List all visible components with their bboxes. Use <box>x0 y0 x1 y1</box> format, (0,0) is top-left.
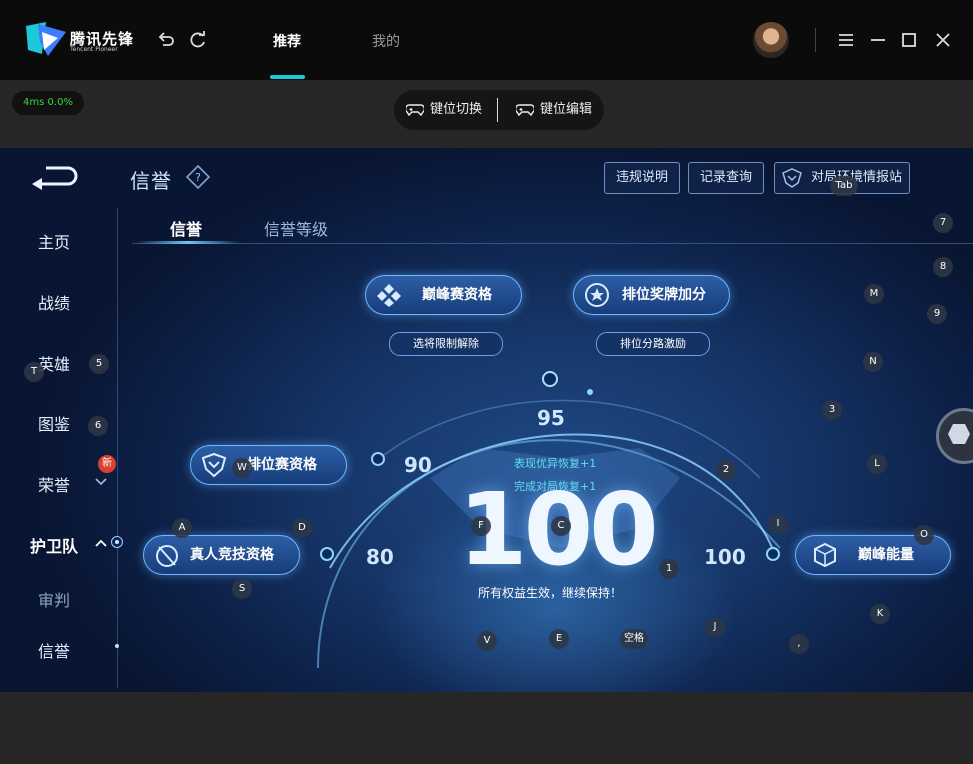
star-medal-icon <box>585 283 609 307</box>
sidebar-divider <box>117 208 118 688</box>
key-7[interactable]: 7 <box>933 213 953 233</box>
minimize-icon[interactable] <box>868 30 888 50</box>
subtab-divider <box>132 243 973 244</box>
tab-active-indicator <box>270 75 305 79</box>
page-title: 信誉 <box>130 169 172 193</box>
key-e[interactable]: E <box>549 629 569 649</box>
human-match-label: 真人竞技资格 <box>190 547 274 563</box>
key-o[interactable]: O <box>914 525 934 545</box>
key-5[interactable]: 5 <box>89 354 109 374</box>
sidebar-item-record[interactable]: 战绩 <box>38 290 70 314</box>
key-l[interactable]: L <box>867 454 887 474</box>
key-9[interactable]: 9 <box>927 304 947 324</box>
key-j[interactable]: J <box>705 617 725 637</box>
undo-icon[interactable] <box>156 30 176 50</box>
key-d[interactable]: D <box>292 518 312 538</box>
key-v[interactable]: V <box>477 631 497 651</box>
diamond-cluster-icon <box>377 284 401 307</box>
key-2[interactable]: 2 <box>716 460 736 480</box>
refresh-icon[interactable] <box>188 30 208 50</box>
maximize-icon[interactable] <box>899 30 919 50</box>
cube-icon <box>814 542 836 568</box>
key-n[interactable]: N <box>863 352 883 372</box>
key-t[interactable]: T <box>24 362 44 382</box>
new-badge: 新 <box>98 455 116 473</box>
bottom-bar <box>0 692 973 764</box>
svg-text:?: ? <box>195 171 201 184</box>
emblem-icon <box>782 168 802 188</box>
tab-credit[interactable]: 信誉 <box>170 216 202 240</box>
hero-restriction-chip: 选将限制解除 <box>389 332 503 356</box>
threshold-100: 100 <box>704 545 746 569</box>
threshold-80: 80 <box>366 545 394 569</box>
key-switch-label: 键位切换 <box>430 102 483 117</box>
key-tab[interactable]: Tab <box>830 176 858 196</box>
help-icon[interactable]: ? <box>186 165 210 189</box>
key-space[interactable]: 空格 <box>620 629 648 649</box>
sidebar-item-honor[interactable]: 荣誉 <box>38 472 70 496</box>
key-s[interactable]: S <box>232 579 252 599</box>
app-logo-icon <box>26 22 66 56</box>
peak-energy-label: 巅峰能量 <box>858 547 914 563</box>
sidebar-item-gallery[interactable]: 图鉴 <box>38 411 70 435</box>
tab-mine[interactable]: 我的 <box>372 31 400 51</box>
status-message: 所有权益生效，继续保持！ <box>478 586 623 600</box>
subtab-active-indicator <box>136 241 240 244</box>
sidebar-item-credit[interactable]: 信誉 <box>38 638 70 662</box>
close-icon[interactable] <box>933 30 953 50</box>
record-query-button[interactable]: 记录查询 <box>688 162 764 194</box>
key-f[interactable]: F <box>471 516 491 536</box>
ranked-emblem-icon <box>201 452 227 478</box>
key-3[interactable]: 3 <box>822 400 842 420</box>
divider <box>497 98 498 122</box>
violation-info-button[interactable]: 违规说明 <box>604 162 680 194</box>
key-c[interactable]: C <box>551 516 571 536</box>
threshold-95: 95 <box>537 406 565 430</box>
key-edit-label: 键位编辑 <box>540 102 593 117</box>
key-panel: 键位切换 键位编辑 <box>394 90 604 130</box>
rank-medal-label: 排位奖牌加分 <box>622 287 706 303</box>
human-match-qualification[interactable]: 真人竞技资格 <box>143 535 300 575</box>
hexagon-icon <box>948 424 970 444</box>
ranked-qualification[interactable]: 排位赛资格 <box>190 445 347 485</box>
rank-medal-bonus[interactable]: 排位奖牌加分 <box>573 275 730 315</box>
sidebar-item-guard[interactable]: 护卫队 <box>30 533 78 557</box>
lane-incentive-chip: 排位分路激励 <box>596 332 710 356</box>
chevron-up-icon[interactable] <box>95 538 107 548</box>
back-arrow-icon[interactable] <box>30 164 82 190</box>
key-comma[interactable]: , <box>789 634 809 654</box>
sidebar-item-home[interactable]: 主页 <box>38 229 70 253</box>
latency-indicator: 4ms 0.0% <box>12 91 84 115</box>
key-k[interactable]: K <box>870 604 890 624</box>
tab-credit-level[interactable]: 信誉等级 <box>264 216 328 240</box>
tab-recommend[interactable]: 推荐 <box>273 31 301 51</box>
key-1[interactable]: 1 <box>659 559 679 579</box>
title-bar: 腾讯先锋 Tencent Pioneer 推荐 我的 <box>0 0 973 80</box>
key-a[interactable]: A <box>172 518 192 538</box>
active-indicator <box>111 536 123 548</box>
selected-dot <box>115 644 119 648</box>
threshold-90: 90 <box>404 453 432 477</box>
key-m[interactable]: M <box>864 284 884 304</box>
brand-subtitle: Tencent Pioneer <box>70 46 118 53</box>
gamepad-icon <box>516 104 534 117</box>
key-i[interactable]: I <box>768 514 788 534</box>
avatar[interactable] <box>753 22 789 58</box>
key-6[interactable]: 6 <box>88 416 108 436</box>
chevron-down-icon[interactable] <box>95 477 107 487</box>
menu-icon[interactable] <box>836 30 856 50</box>
sidebar-item-judge[interactable]: 审判 <box>38 587 70 611</box>
game-screen[interactable]: 信誉 ? 违规说明 记录查询 对局环境情报站 主页 战绩 英雄 图鉴 荣誉 新 … <box>0 148 973 692</box>
peak-match-label: 巅峰赛资格 <box>422 287 492 303</box>
key-w[interactable]: W <box>232 458 252 478</box>
human-match-icon <box>156 545 178 567</box>
key-8[interactable]: 8 <box>933 257 953 277</box>
gamepad-icon <box>406 104 424 117</box>
divider <box>815 28 816 52</box>
credit-arc <box>317 371 781 669</box>
recover-performance: 表现优异恢复+1 <box>514 457 597 470</box>
ranked-label: 排位赛资格 <box>247 457 317 473</box>
peak-match-qualification[interactable]: 巅峰赛资格 <box>365 275 522 315</box>
